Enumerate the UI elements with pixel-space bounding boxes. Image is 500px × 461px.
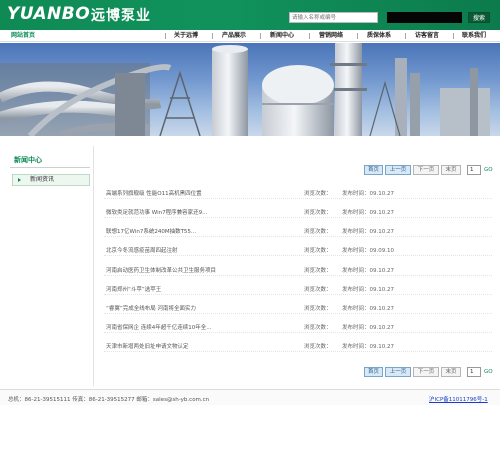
news-date: 发布时间：09.10.27 bbox=[342, 210, 395, 216]
news-title[interactable]: 河南启动医药卫生体制改革公共卫生服务项目 bbox=[106, 266, 216, 274]
news-views-label: 浏览次数： bbox=[304, 248, 332, 254]
pager-page-input[interactable]: 1 bbox=[467, 165, 481, 175]
footer-contact: 总机：86-21-39515111 传真：86-21-39515277 邮箱：s… bbox=[8, 397, 210, 403]
pager-next-button[interactable]: 下一页 bbox=[413, 367, 439, 377]
news-date: 发布时间：09.10.27 bbox=[342, 268, 395, 274]
nav-divider bbox=[260, 33, 261, 39]
nav-divider bbox=[309, 33, 310, 39]
pager-prev-button[interactable]: 上一页 bbox=[385, 165, 411, 175]
sidebar-separator bbox=[93, 146, 94, 386]
site-header: YUANBO 远博泵业 搜索 bbox=[0, 0, 500, 30]
footer-icp-link[interactable]: 沪ICP备11011796号-1 bbox=[429, 395, 488, 403]
logo-chinese[interactable]: 远博泵业 bbox=[91, 5, 151, 25]
news-title[interactable]: 微软类足就范功事 Win7程序兼容家还9... bbox=[106, 208, 207, 216]
nav-item-products[interactable]: 产品展示 bbox=[222, 30, 246, 42]
pager-go-button[interactable]: GO bbox=[484, 367, 493, 377]
news-row[interactable]: 河南郑州“斗苹”选苹王 浏览次数： 发布时间：09.10.27 bbox=[104, 283, 492, 295]
news-title[interactable]: 联想17亿Win7系统240M抽数T55... bbox=[106, 227, 196, 235]
news-views-label: 浏览次数： bbox=[304, 210, 332, 216]
nav-divider bbox=[405, 33, 406, 39]
news-date: 发布时间：09.10.27 bbox=[342, 191, 395, 197]
news-title[interactable]: 河南省保网企 连续4年超千亿连续10年全... bbox=[106, 323, 212, 331]
news-date: 发布时间：09.10.27 bbox=[342, 306, 395, 312]
sidebar-item-label: 新闻资讯 bbox=[30, 176, 55, 183]
header-black-box bbox=[387, 12, 462, 23]
news-date: 发布时间：09.10.27 bbox=[342, 344, 395, 350]
nav-item-news[interactable]: 新闻中心 bbox=[270, 30, 294, 42]
nav-item-about[interactable]: 关于远博 bbox=[174, 30, 198, 42]
pager-next-button[interactable]: 下一页 bbox=[413, 165, 439, 175]
news-title[interactable]: 北京今冬流感疫苗周四起注射 bbox=[106, 246, 178, 254]
nav-item-guestbook[interactable]: 访客留言 bbox=[415, 30, 439, 42]
logo-english[interactable]: YUANBO bbox=[7, 4, 90, 24]
search-button[interactable]: 搜索 bbox=[468, 12, 490, 23]
pager-first-button[interactable]: 首页 bbox=[364, 165, 383, 175]
news-date: 发布时间：09.10.27 bbox=[342, 229, 395, 235]
nav-home[interactable]: 网站首页 bbox=[11, 30, 35, 42]
sidebar-title: 新闻中心 bbox=[14, 156, 42, 164]
news-date: 发布时间：09.10.27 bbox=[342, 287, 395, 293]
pager-last-button[interactable]: 末页 bbox=[441, 165, 461, 175]
news-row[interactable]: “睿翼”完成全线布局 河南将全面实力 浏览次数： 发布时间：09.10.27 bbox=[104, 302, 492, 314]
pager-first-button[interactable]: 首页 bbox=[364, 367, 383, 377]
news-title[interactable]: 高端系列旗舰级 性能O11高机黑四位置 bbox=[106, 189, 202, 197]
news-row[interactable]: 高端系列旗舰级 性能O11高机黑四位置 浏览次数： 发布时间：09.10.27 bbox=[104, 187, 492, 199]
pager-page-input[interactable]: 1 bbox=[467, 367, 481, 377]
news-views-label: 浏览次数： bbox=[304, 325, 332, 331]
nav-divider bbox=[212, 33, 213, 39]
arrow-right-icon bbox=[18, 178, 21, 182]
news-views-label: 浏览次数： bbox=[304, 344, 332, 350]
nav-item-quality[interactable]: 质保体系 bbox=[367, 30, 391, 42]
nav-divider bbox=[453, 33, 454, 39]
news-row[interactable]: 北京今冬流感疫苗周四起注射 浏览次数： 发布时间：09.09.10 bbox=[104, 244, 492, 256]
news-row[interactable]: 河南启动医药卫生体制改革公共卫生服务项目 浏览次数： 发布时间：09.10.27 bbox=[104, 264, 492, 276]
nav-item-network[interactable]: 营销网络 bbox=[319, 30, 343, 42]
nav-item-contact[interactable]: 联系我们 bbox=[462, 30, 486, 42]
search-input[interactable] bbox=[289, 12, 378, 23]
news-date: 发布时间：09.10.27 bbox=[342, 325, 395, 331]
site-footer: 总机：86-21-39515111 传真：86-21-39515277 邮箱：s… bbox=[0, 389, 500, 405]
nav-divider bbox=[165, 33, 166, 39]
news-row[interactable]: 微软类足就范功事 Win7程序兼容家还9... 浏览次数： 发布时间：09.10… bbox=[104, 206, 492, 218]
main-nav: 网站首页 关于远博 产品展示 新闻中心 营销网络 质保体系 访客留言 联系我们 bbox=[0, 30, 500, 42]
pager-prev-button[interactable]: 上一页 bbox=[385, 367, 411, 377]
sidebar-divider bbox=[10, 167, 90, 168]
pager-go-button[interactable]: GO bbox=[484, 165, 493, 175]
news-title[interactable]: “睿翼”完成全线布局 河南将全面实力 bbox=[106, 304, 196, 312]
news-row[interactable]: 天津市新增两处旧址申请文物认定 浏览次数： 发布时间：09.10.27 bbox=[104, 340, 492, 352]
refinery-illustration bbox=[0, 43, 490, 136]
news-views-label: 浏览次数： bbox=[304, 268, 332, 274]
sidebar-item-news[interactable]: 新闻资讯 bbox=[12, 174, 90, 186]
news-title[interactable]: 河南郑州“斗苹”选苹王 bbox=[106, 285, 161, 293]
news-views-label: 浏览次数： bbox=[304, 229, 332, 235]
news-views-label: 浏览次数： bbox=[304, 191, 332, 197]
nav-divider bbox=[357, 33, 358, 39]
pager-last-button[interactable]: 末页 bbox=[441, 367, 461, 377]
news-title[interactable]: 天津市新增两处旧址申请文物认定 bbox=[106, 342, 189, 350]
banner-image bbox=[0, 43, 500, 136]
news-row[interactable]: 河南省保网企 连续4年超千亿连续10年全... 浏览次数： 发布时间：09.10… bbox=[104, 321, 492, 333]
news-row[interactable]: 联想17亿Win7系统240M抽数T55... 浏览次数： 发布时间：09.10… bbox=[104, 225, 492, 237]
news-date: 发布时间：09.09.10 bbox=[342, 248, 395, 254]
news-views-label: 浏览次数： bbox=[304, 306, 332, 312]
news-views-label: 浏览次数： bbox=[304, 287, 332, 293]
